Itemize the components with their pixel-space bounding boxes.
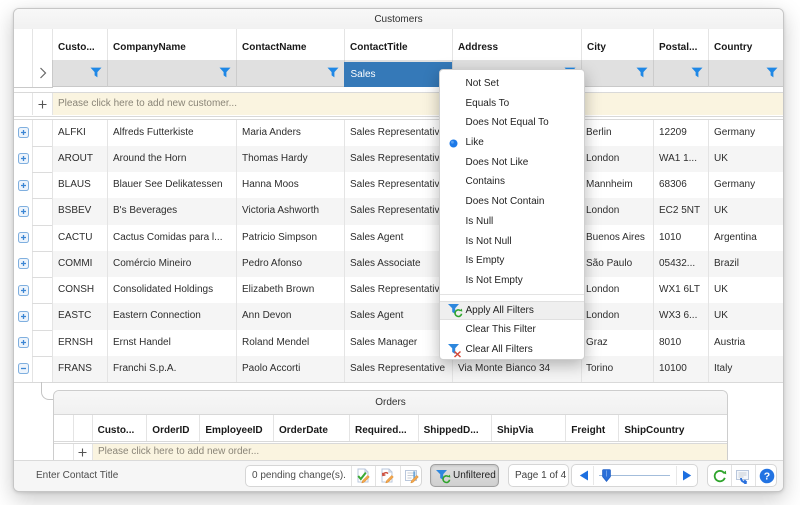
svg-text:?: ? [764, 470, 770, 482]
